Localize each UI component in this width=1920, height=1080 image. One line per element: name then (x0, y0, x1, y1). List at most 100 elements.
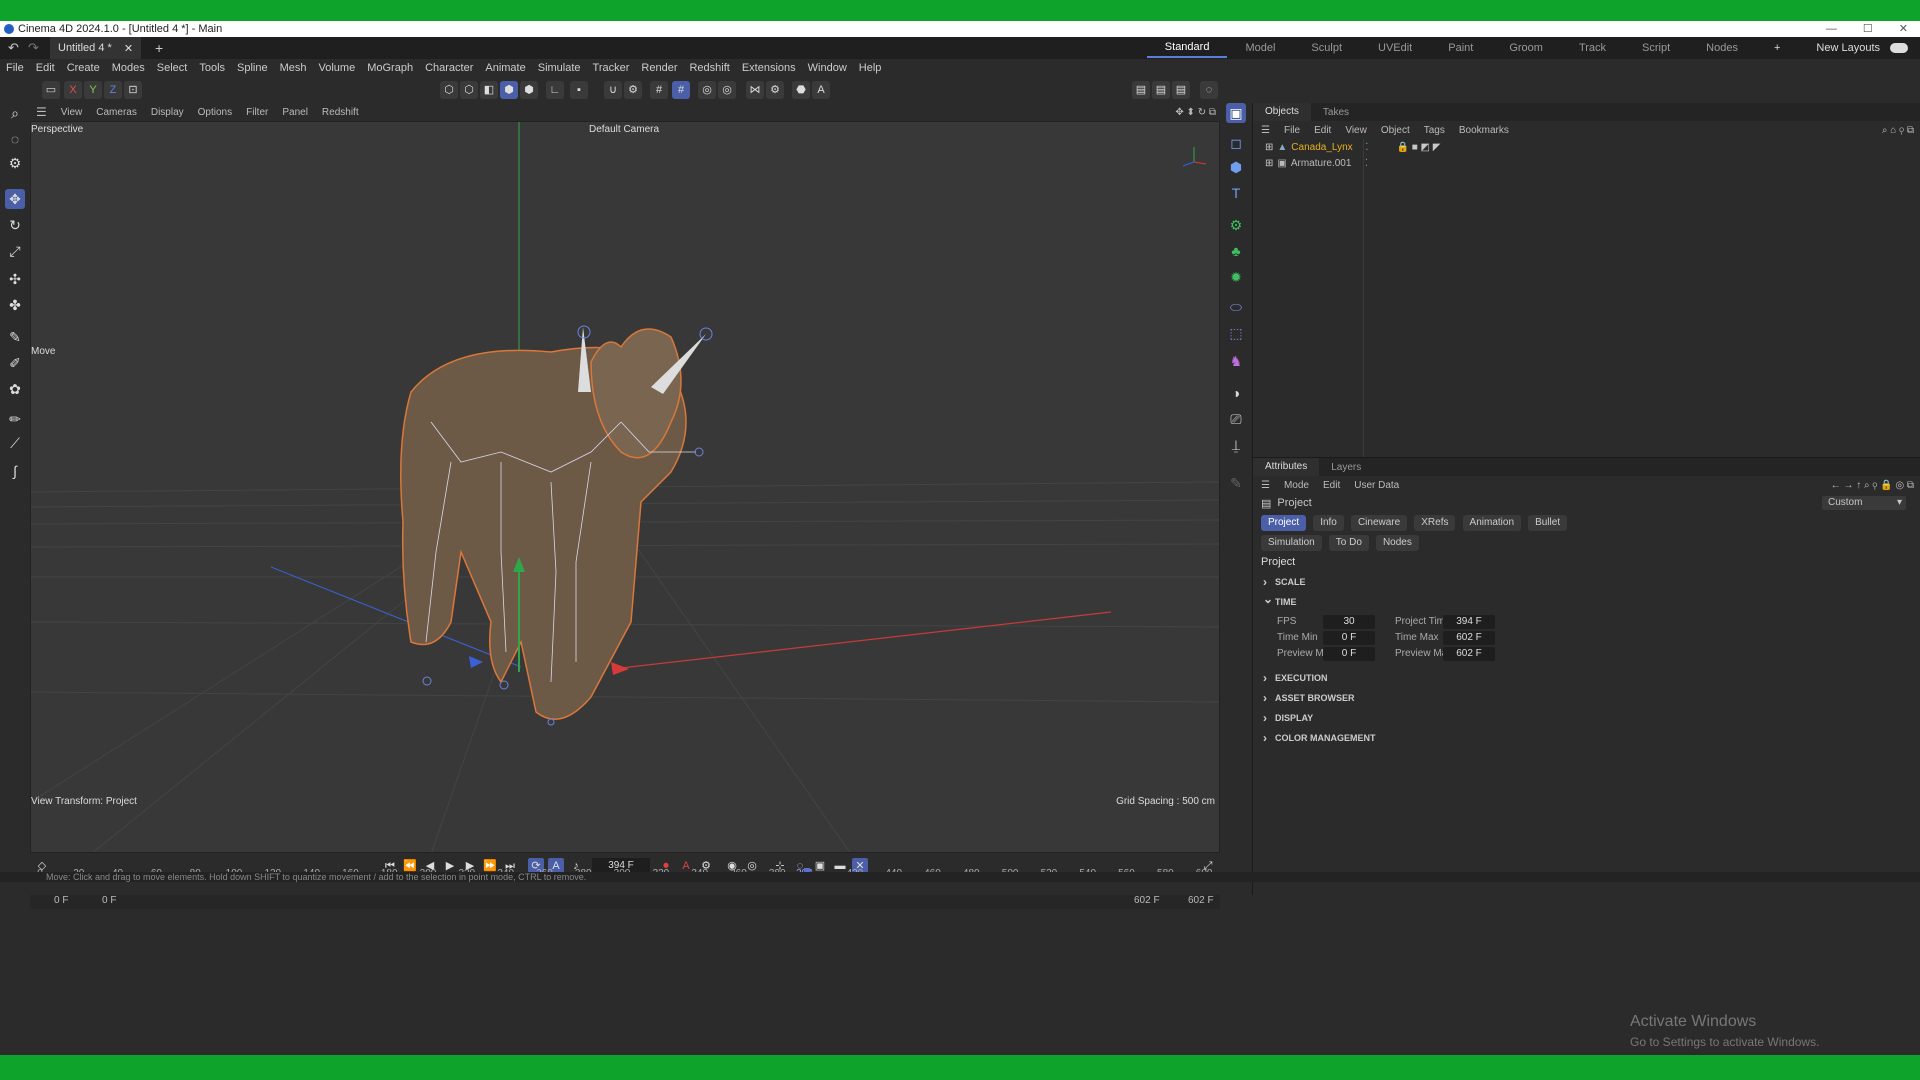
viewport-menu-view[interactable]: View (61, 107, 83, 118)
objects-hamburger-icon[interactable]: ☰ (1261, 125, 1270, 136)
layout-tab-standard[interactable]: Standard (1146, 38, 1228, 58)
menu-edit[interactable]: Edit (36, 62, 55, 74)
tab-takes[interactable]: Takes (1311, 107, 1361, 118)
tab-attributes[interactable]: Attributes (1253, 458, 1320, 476)
uv-mode-icon[interactable]: ⬢ (520, 81, 538, 99)
preview-min-field[interactable]: 0 F (1323, 647, 1375, 661)
fps-field[interactable]: 30 (1323, 615, 1375, 629)
axis-z-toggle[interactable]: Z (104, 81, 122, 99)
menu-tools[interactable]: Tools (199, 62, 225, 74)
pill-nodes[interactable]: Nodes (1375, 535, 1419, 551)
move-tool-icon[interactable]: ✥ (5, 189, 25, 209)
add-document-button[interactable]: + (155, 40, 163, 56)
objects-menu-bookmarks[interactable]: Bookmarks (1459, 125, 1509, 136)
menu-help[interactable]: Help (859, 62, 882, 74)
attributes-nav-icons[interactable]: ← → ↑ ⌕ ⚲ 🔒 ◎ ⧉ (1831, 480, 1914, 491)
close-icon[interactable]: ✕ (1899, 21, 1908, 37)
menu-redshift[interactable]: Redshift (689, 62, 729, 74)
viewport-camera-name[interactable]: Default Camera (589, 124, 659, 135)
menu-extensions[interactable]: Extensions (742, 62, 796, 74)
undo-icon[interactable]: ↶ (8, 40, 19, 56)
objects-menu-file[interactable]: File (1284, 125, 1300, 136)
objects-menu-edit[interactable]: Edit (1314, 125, 1331, 136)
axis-mode-icon[interactable]: ∟ (546, 81, 564, 99)
render-picture-viewer-icon[interactable]: ▤ (1152, 81, 1170, 99)
minimize-icon[interactable]: — (1826, 21, 1837, 37)
polygons-mode-icon[interactable]: ◧ (480, 81, 498, 99)
menu-mesh[interactable]: Mesh (280, 62, 307, 74)
menu-character[interactable]: Character (425, 62, 473, 74)
min-frame-field[interactable]: 0 F (54, 895, 68, 906)
light-icon[interactable]: ⍊ (1226, 435, 1246, 455)
tab-objects[interactable]: Objects (1253, 103, 1311, 121)
attributes-menu-edit[interactable]: Edit (1323, 480, 1340, 491)
pill-xrefs[interactable]: XRefs (1414, 515, 1456, 531)
3d-viewport[interactable]: Perspective Default Camera Move View Tra… (30, 121, 1220, 853)
pill-simulation[interactable]: Simulation (1261, 535, 1322, 551)
object-row[interactable]: ⊞ ▣ Armature.001 ⁚ (1253, 155, 1920, 171)
generator-icon[interactable]: ⚙ (1226, 215, 1246, 235)
viewport-menu-redshift[interactable]: Redshift (322, 107, 359, 118)
material-icon[interactable]: ✎ (1226, 473, 1246, 493)
attributes-menu-user-data[interactable]: User Data (1354, 480, 1399, 491)
visibility-dots-icon[interactable]: ⁚ (1365, 142, 1368, 153)
viewport-hamburger-icon[interactable]: ☰ (36, 105, 47, 119)
menu-animate[interactable]: Animate (485, 62, 525, 74)
texture-mode-icon[interactable]: ▪ (570, 81, 588, 99)
lynx-model[interactable] (400, 325, 713, 726)
menu-window[interactable]: Window (808, 62, 847, 74)
layout-tab-nodes[interactable]: Nodes (1688, 42, 1756, 54)
layout-tab-uvedit[interactable]: UVEdit (1360, 42, 1430, 54)
expand-icon[interactable]: ⊞ (1265, 158, 1273, 169)
section-scale[interactable]: SCALE (1253, 572, 1920, 592)
points-mode-icon[interactable]: ⬡ (440, 81, 458, 99)
viewport-menu-panel[interactable]: Panel (282, 107, 308, 118)
menu-modes[interactable]: Modes (112, 62, 145, 74)
attributes-menu-mode[interactable]: Mode (1284, 480, 1309, 491)
environment-icon[interactable]: ◑ (1226, 383, 1246, 403)
coordinate-system-icon[interactable]: ⊡ (124, 81, 142, 99)
object-row[interactable]: ⊞ ▲ Canada_Lynx ⁚ 🔒 ■ ◩ ◤ (1253, 139, 1920, 155)
object-name[interactable]: Canada_Lynx (1291, 142, 1361, 153)
viewport-menu-options[interactable]: Options (198, 107, 232, 118)
viewport-menu-cameras[interactable]: Cameras (96, 107, 137, 118)
spline-primitive-icon[interactable]: ◻ (1226, 133, 1246, 153)
menu-simulate[interactable]: Simulate (538, 62, 581, 74)
knife-tool-icon[interactable]: ⟋ (5, 433, 25, 453)
layout-tab-paint[interactable]: Paint (1430, 42, 1491, 54)
search-icon[interactable]: ⌕ (5, 103, 25, 123)
magnet-icon[interactable]: ∪ (604, 81, 622, 99)
settings-icon[interactable]: ⚙ (766, 81, 784, 99)
paint-brush-icon[interactable]: ✏ (5, 409, 25, 429)
project-time-field[interactable]: 394 F (1443, 615, 1495, 629)
section-color-management[interactable]: COLOR MANAGEMENT (1253, 728, 1920, 748)
visibility-dots-icon[interactable]: ⁚ (1365, 158, 1368, 169)
section-asset-browser[interactable]: ASSET BROWSER (1253, 688, 1920, 708)
selection-tool-icon[interactable]: ◌ (5, 129, 25, 149)
live-selection-icon[interactable]: ⚙ (5, 153, 25, 173)
objects-menu-view[interactable]: View (1345, 125, 1367, 136)
scale-tool-icon[interactable]: ⤢ (5, 241, 25, 261)
layout-toggle-icon[interactable] (1890, 43, 1908, 53)
null-object-icon[interactable]: ▭ (42, 81, 60, 99)
pill-info[interactable]: Info (1313, 515, 1344, 531)
viewport-select-icon[interactable]: ▣ (1226, 103, 1246, 123)
viewport-menu-filter[interactable]: Filter (246, 107, 268, 118)
tab-layers[interactable]: Layers (1319, 462, 1373, 473)
quantize-icon[interactable]: ◎ (698, 81, 716, 99)
preset-dropdown[interactable]: Custom ▾ (1822, 496, 1906, 510)
object-name[interactable]: Armature.001 (1291, 158, 1361, 169)
expand-icon[interactable]: ⊞ (1265, 142, 1273, 153)
edges-mode-icon[interactable]: ⬡ (460, 81, 478, 99)
symmetry-icon[interactable]: ⋈ (746, 81, 764, 99)
transform-tool-icon[interactable]: ✣ (5, 269, 25, 289)
viewport-nav-icons[interactable]: ✥ ⬍ ↻ ⧉ (1175, 107, 1216, 118)
character-icon[interactable]: ♞ (1226, 351, 1246, 371)
menu-tracker[interactable]: Tracker (593, 62, 630, 74)
redshift-render-icon[interactable]: ◌ (1200, 81, 1218, 99)
spline-sketch-icon[interactable]: ✐ (5, 353, 25, 373)
maximize-icon[interactable]: ☐ (1863, 21, 1873, 37)
timeline-ruler[interactable]: 0 20 40 60 80 100 120 140 160 180 200 22… (37, 868, 1212, 895)
menu-select[interactable]: Select (157, 62, 188, 74)
section-execution[interactable]: EXECUTION (1253, 668, 1920, 688)
